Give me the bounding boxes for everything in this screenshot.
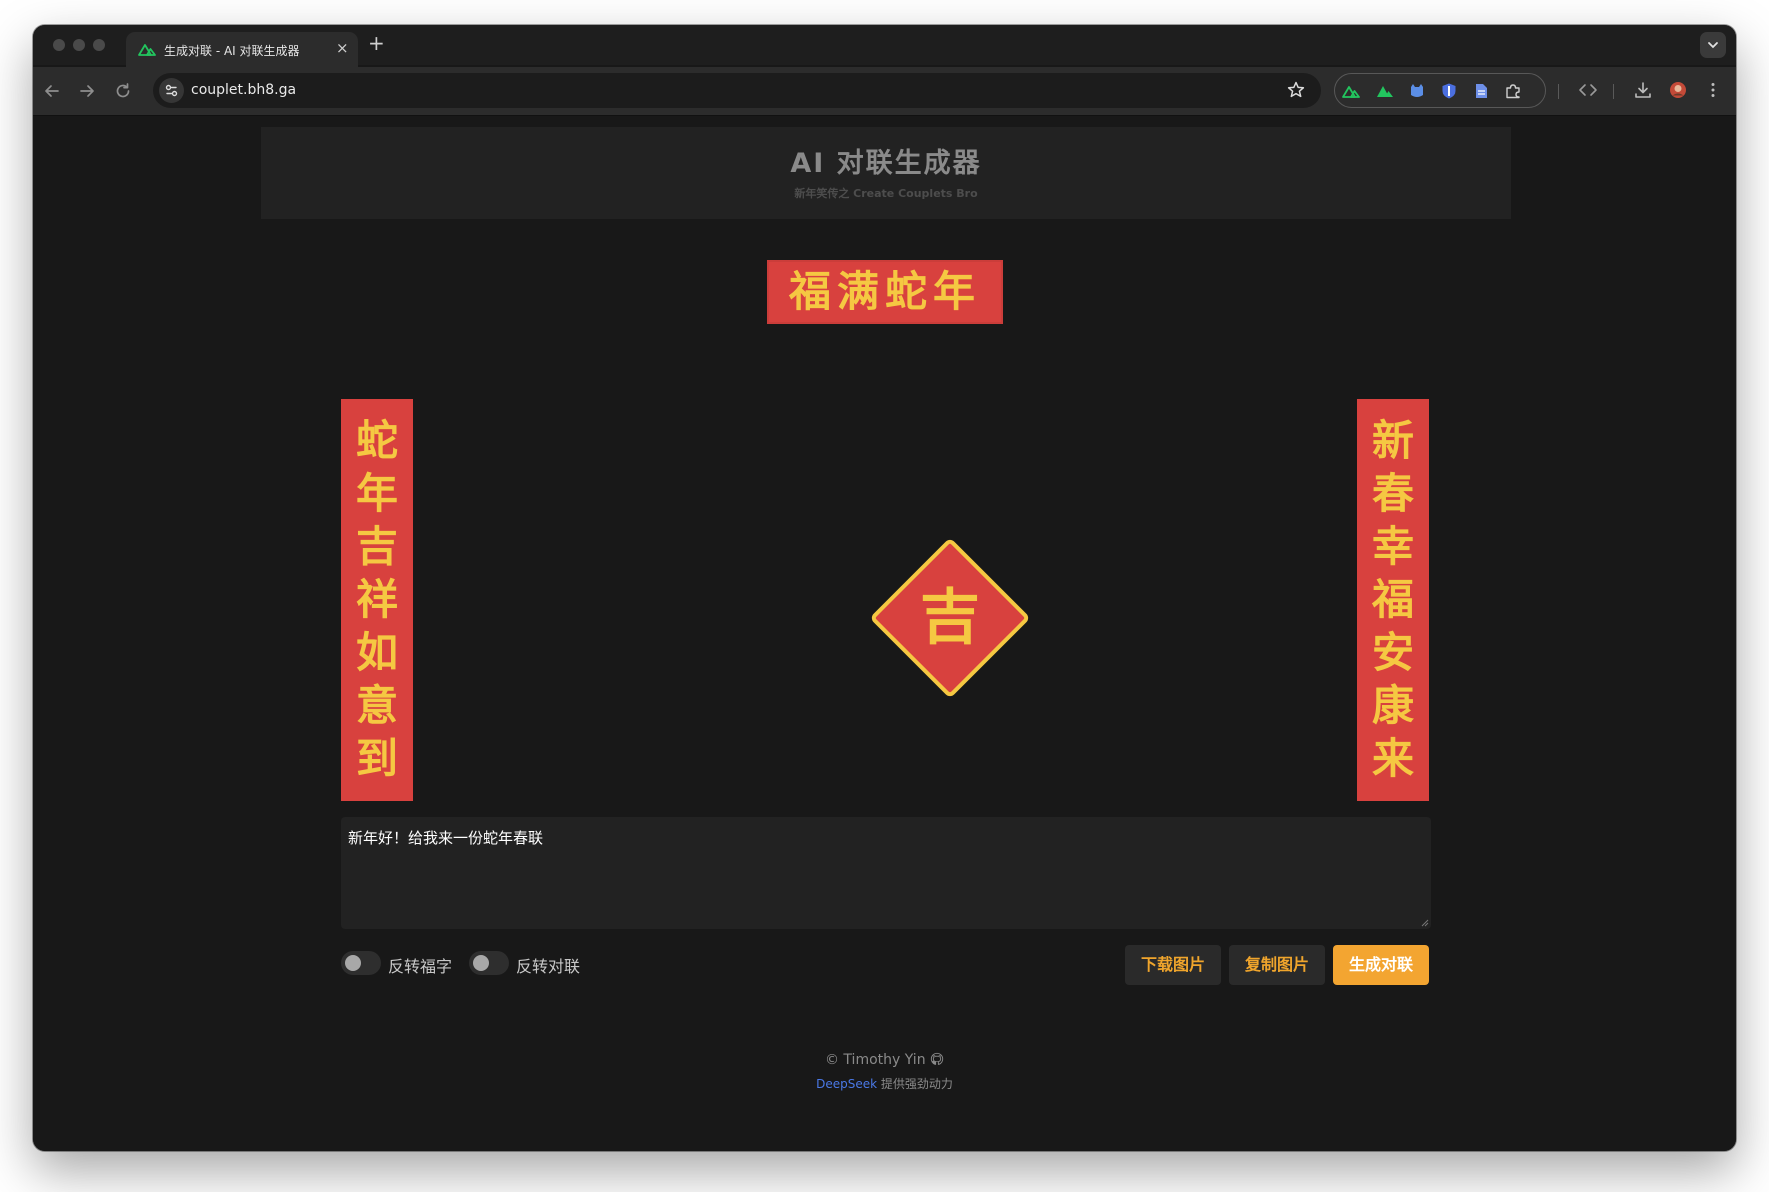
url-text: couplet.bh8.ga bbox=[191, 82, 297, 98]
right-couplet-char: 春 bbox=[1371, 469, 1414, 518]
bookmark-star-icon[interactable] bbox=[1286, 80, 1306, 100]
document-icon[interactable] bbox=[1472, 82, 1490, 100]
download-icon[interactable] bbox=[1633, 80, 1653, 100]
shield-icon[interactable] bbox=[1440, 82, 1458, 100]
download-image-button[interactable]: 下载图片 bbox=[1125, 945, 1221, 985]
right-couplet: 新 春 幸 福 安 康 来 bbox=[1357, 399, 1429, 801]
left-couplet: 蛇 年 吉 祥 如 意 到 bbox=[341, 399, 413, 801]
flip-fu-label: 反转福字 bbox=[388, 957, 453, 976]
tab-search-button[interactable] bbox=[1700, 32, 1726, 58]
tab-bar: 生成对联 - AI 对联生成器 × + bbox=[33, 25, 1736, 67]
right-couplet-char: 新 bbox=[1371, 416, 1414, 465]
nuxt-icon bbox=[138, 44, 156, 56]
chevron-down-icon bbox=[1708, 42, 1718, 49]
left-couplet-char: 蛇 bbox=[355, 416, 398, 465]
copyright-text: © Timothy Yin bbox=[824, 1052, 926, 1068]
puzzle-icon[interactable] bbox=[1504, 82, 1522, 100]
browser-window: 生成对联 - AI 对联生成器 × + couplet.bh8.ga AI 对联… bbox=[33, 25, 1736, 1151]
vue-devtools-icon[interactable] bbox=[1376, 82, 1394, 100]
extensions-bar bbox=[1334, 73, 1546, 108]
toolbar-divider bbox=[1558, 84, 1559, 99]
page-title: AI 对联生成器 bbox=[790, 148, 982, 179]
horizontal-scroll: 福满蛇年 bbox=[767, 260, 1003, 324]
cat-extension-icon[interactable] bbox=[1408, 82, 1426, 100]
left-couplet-char: 意 bbox=[355, 681, 398, 730]
page-subtitle: 新年笑传之 Create Couplets Bro bbox=[794, 187, 978, 200]
active-tab[interactable]: 生成对联 - AI 对联生成器 × bbox=[126, 32, 358, 67]
nuxt-devtools-icon[interactable] bbox=[1342, 82, 1360, 100]
prompt-input[interactable] bbox=[341, 817, 1431, 929]
flip-couplet-label: 反转对联 bbox=[516, 957, 581, 976]
tab-close-icon[interactable]: × bbox=[336, 39, 349, 57]
code-brackets-icon[interactable] bbox=[1578, 80, 1598, 100]
right-couplet-char: 来 bbox=[1371, 734, 1414, 783]
profile-avatar-icon[interactable] bbox=[1668, 80, 1688, 100]
deepseek-link[interactable]: DeepSeek bbox=[816, 1077, 877, 1091]
center-character: 吉 bbox=[920, 583, 980, 653]
flip-couplet-switch[interactable] bbox=[469, 951, 509, 975]
toolbar-divider bbox=[1613, 84, 1614, 99]
zoom-window-button[interactable] bbox=[93, 39, 105, 51]
center-diamond-fu: 吉 bbox=[869, 537, 1031, 699]
site-header: AI 对联生成器 新年笑传之 Create Couplets Bro bbox=[261, 127, 1511, 219]
right-couplet-char: 幸 bbox=[1371, 522, 1414, 571]
flip-fu-switch[interactable] bbox=[341, 951, 381, 975]
powered-by-text: 提供强劲动力 bbox=[877, 1077, 953, 1091]
browser-toolbar: couplet.bh8.ga bbox=[33, 67, 1736, 116]
generate-couplet-button[interactable]: 生成对联 bbox=[1333, 945, 1429, 985]
more-menu-icon[interactable] bbox=[1703, 80, 1723, 100]
tab-title: 生成对联 - AI 对联生成器 bbox=[164, 44, 300, 58]
close-window-button[interactable] bbox=[53, 39, 65, 51]
right-couplet-char: 康 bbox=[1371, 681, 1414, 730]
forward-arrow-icon[interactable] bbox=[76, 80, 98, 102]
tune-icon bbox=[165, 84, 178, 97]
left-couplet-char: 吉 bbox=[355, 522, 398, 571]
switch-knob bbox=[473, 955, 489, 971]
resize-handle-icon[interactable] bbox=[1419, 917, 1429, 927]
back-arrow-icon[interactable] bbox=[41, 80, 63, 102]
site-info-button[interactable] bbox=[159, 78, 184, 103]
right-couplet-char: 安 bbox=[1371, 628, 1414, 677]
left-couplet-char: 如 bbox=[355, 628, 398, 677]
page-content: AI 对联生成器 新年笑传之 Create Couplets Bro 福满蛇年 … bbox=[33, 116, 1736, 1151]
left-couplet-char: 到 bbox=[355, 734, 398, 783]
left-couplet-char: 祥 bbox=[355, 575, 398, 624]
new-tab-button[interactable]: + bbox=[368, 31, 385, 55]
footer-copyright: © Timothy Yin bbox=[33, 1052, 1736, 1068]
github-icon[interactable] bbox=[930, 1052, 944, 1066]
address-bar[interactable]: couplet.bh8.ga bbox=[153, 73, 1321, 108]
switch-knob bbox=[345, 955, 361, 971]
copy-image-button[interactable]: 复制图片 bbox=[1229, 945, 1325, 985]
left-couplet-char: 年 bbox=[355, 469, 398, 518]
minimize-window-button[interactable] bbox=[73, 39, 85, 51]
reload-icon[interactable] bbox=[112, 80, 134, 102]
right-couplet-char: 福 bbox=[1371, 575, 1414, 624]
footer-powered-by: DeepSeek 提供强劲动力 bbox=[33, 1075, 1736, 1092]
